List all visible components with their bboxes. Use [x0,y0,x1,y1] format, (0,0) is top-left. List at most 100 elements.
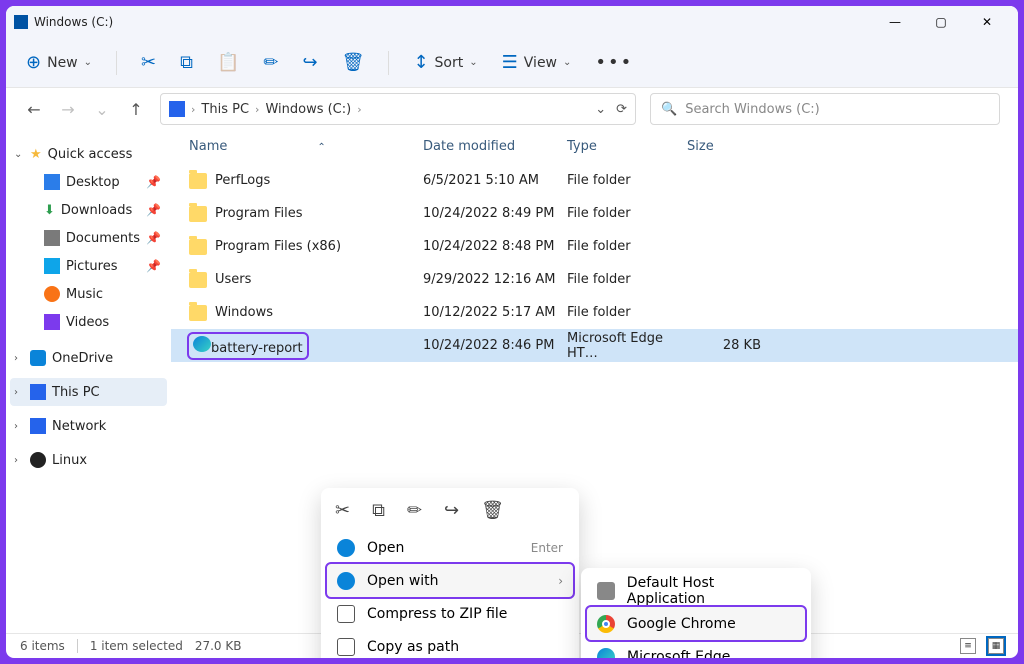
file-date: 9/29/2022 12:16 AM [423,272,567,287]
desktop-icon [44,174,60,190]
sidebar-item-documents[interactable]: Documents📌 [10,224,167,252]
app-icon [597,615,615,633]
open-icon [337,539,355,557]
refresh-icon[interactable]: ⟳ [616,102,627,117]
file-name: PerfLogs [171,173,423,189]
linux-icon [30,452,46,468]
network-icon [30,418,46,434]
toolbar: ⊕New⌄ ✂ ⧉ 📋 ✏ ↪ 🗑 ↕Sort⌄ ☰View⌄ ••• [6,38,1018,88]
view-details-button[interactable]: ≡ [960,638,976,654]
file-name: Windows [171,305,423,321]
ctx-copy-icon[interactable]: ⧉ [372,500,385,521]
ctx-compress[interactable]: Compress to ZIP file [327,597,573,630]
ctx-cut-icon[interactable]: ✂ [335,500,350,521]
pin-icon: 📌 [146,175,161,189]
documents-icon [44,230,60,246]
sidebar-item-downloads[interactable]: ⬇Downloads📌 [10,196,167,224]
col-name[interactable]: Name⌃ [171,139,423,154]
breadcrumb[interactable]: › This PC › Windows (C:) › ⌄⟳ [160,93,636,125]
chevron-right-icon: › [558,574,563,588]
nav-up[interactable]: ↑ [126,100,146,119]
ctx-copy-path[interactable]: Copy as path [327,630,573,658]
file-name: Program Files (x86) [171,239,423,255]
openwith-default-host-application[interactable]: Default Host Application [587,574,805,607]
search-placeholder: Search Windows (C:) [685,102,820,117]
view-icons-button[interactable]: ▦ [988,638,1004,654]
sidebar-this-pc[interactable]: ›This PC [10,378,167,406]
file-type: Microsoft Edge HT… [567,331,687,361]
context-menu: ✂ ⧉ ✏ ↪ 🗑 OpenEnter Open with› Compress … [321,488,579,658]
window-title: Windows (C:) [34,15,113,29]
file-name: battery-report [171,334,423,358]
col-date[interactable]: Date modified [423,139,567,154]
paste-icon[interactable]: 📋 [217,52,239,73]
sidebar-linux[interactable]: ›Linux [10,446,167,474]
ctx-open-with[interactable]: Open with› [327,564,573,597]
sort-asc-icon: ⌃ [317,142,325,153]
file-date: 10/24/2022 8:46 PM [423,338,567,353]
ctx-open[interactable]: OpenEnter [327,531,573,564]
sidebar-quick-access[interactable]: ⌄★Quick access [10,140,167,168]
table-row[interactable]: Windows10/12/2022 5:17 AMFile folder [171,296,1018,329]
nav-back[interactable]: ← [24,100,44,119]
open-with-submenu: Default Host ApplicationGoogle ChromeMic… [581,568,811,658]
col-type[interactable]: Type [567,139,687,154]
file-explorer-window: Windows (C:) — ▢ ✕ ⊕New⌄ ✂ ⧉ 📋 ✏ ↪ 🗑 ↕So… [6,6,1018,658]
openwith-google-chrome[interactable]: Google Chrome [587,607,805,640]
crumb-drive[interactable]: Windows (C:) [265,102,351,117]
main-area: ⌄★Quick access Desktop📌 ⬇Downloads📌 Docu… [6,130,1018,633]
maximize-button[interactable]: ▢ [918,6,964,38]
status-count: 6 items [20,639,65,653]
table-row[interactable]: PerfLogs6/5/2021 5:10 AMFile folder [171,164,1018,197]
titlebar: Windows (C:) — ▢ ✕ [6,6,1018,38]
file-type: File folder [567,305,687,320]
crumb-thispc[interactable]: This PC [201,102,249,117]
sidebar-item-music[interactable]: Music [10,280,167,308]
column-headers: Name⌃ Date modified Type Size [171,130,1018,164]
share-icon[interactable]: ↪ [303,52,318,73]
table-row[interactable]: Users9/29/2022 12:16 AMFile folder [171,263,1018,296]
sidebar-item-pictures[interactable]: Pictures📌 [10,252,167,280]
search-input[interactable]: 🔍 Search Windows (C:) [650,93,1000,125]
sort-button[interactable]: ↕Sort⌄ [413,52,477,73]
more-icon[interactable]: ••• [595,52,633,73]
new-button[interactable]: ⊕New⌄ [26,52,92,73]
nav-row: ← → ⌄ ↑ › This PC › Windows (C:) › ⌄⟳ 🔍S… [6,88,1018,130]
file-date: 6/5/2021 5:10 AM [423,173,567,188]
sidebar: ⌄★Quick access Desktop📌 ⬇Downloads📌 Docu… [6,130,171,633]
table-row[interactable]: Program Files (x86)10/24/2022 8:48 PMFil… [171,230,1018,263]
file-type: File folder [567,272,687,287]
file-type: File folder [567,239,687,254]
minimize-button[interactable]: — [872,6,918,38]
file-type: File folder [567,173,687,188]
openwith-microsoft-edge[interactable]: Microsoft Edge [587,640,805,658]
sidebar-item-videos[interactable]: Videos [10,308,167,336]
sidebar-onedrive[interactable]: ›OneDrive [10,344,167,372]
col-size[interactable]: Size [687,139,761,154]
cloud-icon [30,350,46,366]
view-button[interactable]: ☰View⌄ [502,52,572,73]
file-size: 28 KB [687,338,761,353]
close-button[interactable]: ✕ [964,6,1010,38]
rename-icon[interactable]: ✏ [263,52,278,73]
ctx-delete-icon[interactable]: 🗑 [481,500,504,521]
copy-icon[interactable]: ⧉ [180,52,193,73]
nav-forward[interactable]: → [58,100,78,119]
view-label: View [524,55,557,71]
nav-recent[interactable]: ⌄ [92,100,112,119]
table-row[interactable]: battery-report10/24/2022 8:46 PMMicrosof… [171,329,1018,362]
zip-icon [337,605,355,623]
ctx-share-icon[interactable]: ↪ [444,500,459,521]
file-name: Users [171,272,423,288]
table-row[interactable]: Program Files10/24/2022 8:49 PMFile fold… [171,197,1018,230]
file-name: Program Files [171,206,423,222]
search-icon: 🔍 [661,102,677,117]
cut-icon[interactable]: ✂ [141,52,156,73]
file-date: 10/24/2022 8:48 PM [423,239,567,254]
delete-icon[interactable]: 🗑 [342,52,365,73]
history-chev-icon[interactable]: ⌄ [595,102,606,117]
app-icon [597,582,615,600]
sidebar-network[interactable]: ›Network [10,412,167,440]
sidebar-item-desktop[interactable]: Desktop📌 [10,168,167,196]
ctx-rename-icon[interactable]: ✏ [407,500,422,521]
